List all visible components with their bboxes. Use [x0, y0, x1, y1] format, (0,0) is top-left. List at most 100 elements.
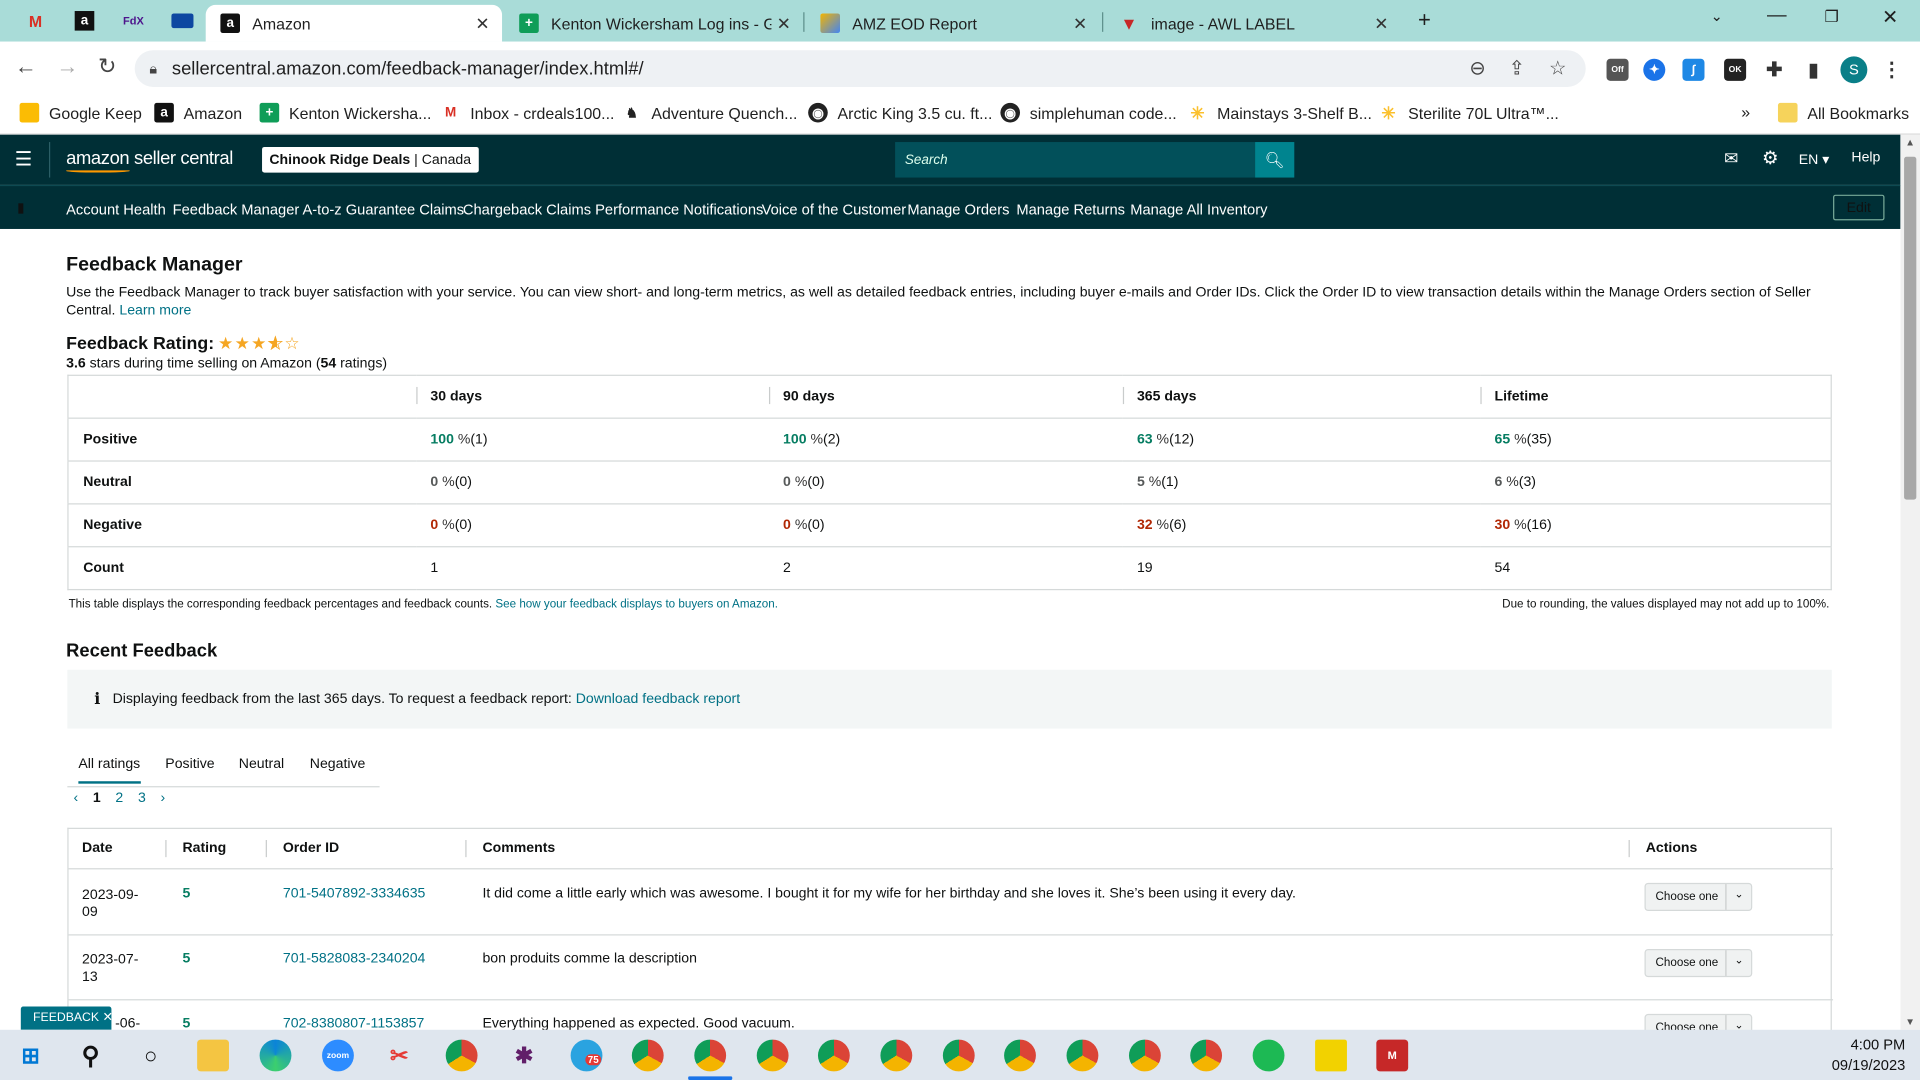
slack-icon[interactable]: ✱ [508, 1040, 540, 1072]
share-icon[interactable]: ⇪ [1509, 56, 1525, 80]
file-explorer-icon[interactable] [197, 1039, 229, 1072]
search-icon[interactable]: ⚲ [75, 1040, 107, 1072]
scroll-up-icon[interactable]: ▲ [1905, 137, 1915, 148]
browser-menu-icon[interactable]: ⋮ [1881, 59, 1903, 81]
nav-manage-all-inventory[interactable]: Manage All Inventory [1130, 201, 1267, 218]
ext-keepa-icon[interactable]: ✦ [1643, 58, 1666, 81]
nav-feedback-manager[interactable]: Feedback Manager [173, 201, 300, 218]
feedback-badge[interactable]: FEEDBACK ✕ [20, 1006, 113, 1030]
amazon-pinned-tab-icon[interactable]: a [66, 5, 103, 37]
page-1[interactable]: 1 [93, 791, 101, 806]
edge-icon[interactable] [259, 1039, 292, 1072]
chrome-icon[interactable] [942, 1039, 975, 1072]
search-input[interactable]: Search [895, 142, 1256, 178]
forward-icon[interactable]: → [56, 54, 78, 80]
bookmark-adventure[interactable]: ♞ Adventure Quench... [622, 103, 798, 123]
learn-more-link[interactable]: Learn more [119, 304, 191, 319]
more-bookmarks-chevron-icon[interactable]: » [1741, 103, 1750, 121]
mail-icon[interactable]: ✉ [1724, 148, 1738, 169]
chrome-icon[interactable] [817, 1039, 850, 1072]
tab-neutral[interactable]: Neutral [239, 757, 284, 772]
zoom-icon[interactable]: ⊖ [1469, 56, 1485, 80]
ext-blue-icon[interactable]: ∫ [1682, 58, 1705, 81]
hamburger-menu-icon[interactable]: ☰ [15, 147, 33, 171]
bookmark-star-icon[interactable]: ☆ [1549, 56, 1567, 80]
sticky-notes-icon[interactable] [1315, 1039, 1347, 1072]
close-tab-icon[interactable]: ✕ [777, 13, 791, 34]
tab-amz-eod-report[interactable]: AMZ EOD Report ✕ [806, 5, 1100, 42]
all-bookmarks-folder[interactable]: All Bookmarks [1777, 102, 1909, 123]
nav-voice-of-customer[interactable]: Voice of the Customer [762, 201, 907, 218]
bookmark-arctic-king[interactable]: ◉ Arctic King 3.5 cu. ft... [808, 102, 992, 123]
edit-nav-button[interactable]: Edit [1833, 194, 1885, 221]
language-selector[interactable]: EN ▾ [1799, 151, 1830, 168]
chrome-icon[interactable] [445, 1039, 478, 1072]
nav-chargeback-claims[interactable]: Chargeback Claims [463, 201, 591, 218]
mcafee-icon[interactable]: M [1376, 1039, 1409, 1072]
restore-icon[interactable]: ❐ [1824, 7, 1838, 27]
walmart-pinned-tab-icon[interactable] [164, 5, 201, 37]
bookmark-google-keep[interactable]: Google Keep [19, 102, 142, 123]
telegram-icon[interactable]: 75 [570, 1039, 603, 1072]
chrome-icon[interactable] [631, 1039, 664, 1072]
bookmark-amazon[interactable]: a Amazon [154, 102, 242, 123]
reload-icon[interactable]: ↻ [98, 54, 116, 80]
tab-amazon[interactable]: a Amazon ✕ [205, 4, 503, 42]
seller-central-logo[interactable]: amazon seller central [66, 148, 233, 169]
chrome-icon[interactable] [756, 1039, 789, 1072]
nav-manage-orders[interactable]: Manage Orders [907, 201, 1009, 218]
chrome-icon[interactable] [1128, 1039, 1161, 1072]
close-icon[interactable]: ✕ [102, 1011, 112, 1024]
nav-performance-notifications[interactable]: Performance Notifications [595, 201, 763, 218]
bookmark-inbox[interactable]: M Inbox - crdeals100... [441, 103, 614, 123]
order-id-link[interactable]: 701-5407892-3334635 [283, 887, 426, 902]
order-id-link[interactable]: 701-5828083-2340204 [283, 951, 426, 966]
snipping-tool-icon[interactable]: ✂ [383, 1040, 415, 1072]
ext-off-icon[interactable]: Off [1606, 58, 1629, 81]
tab-positive[interactable]: Positive [165, 757, 214, 772]
help-link[interactable]: Help [1851, 151, 1880, 166]
close-tab-icon[interactable]: ✕ [1073, 13, 1087, 34]
next-page-icon[interactable]: › [160, 791, 165, 806]
prev-page-icon[interactable]: ‹ [73, 791, 78, 806]
system-clock[interactable]: 4:00 PM 09/19/2023 [1832, 1035, 1906, 1077]
download-feedback-report-link[interactable]: Download feedback report [576, 692, 740, 707]
side-panel-icon[interactable]: ▮ [1802, 59, 1824, 81]
close-tab-icon[interactable]: ✕ [1374, 13, 1388, 34]
tab-image-awl-label[interactable]: ▼ image - AWL LABEL ✕ [1104, 5, 1400, 42]
chrome-icon[interactable] [694, 1039, 727, 1072]
ext-ok-icon[interactable]: OK [1724, 58, 1747, 81]
action-select[interactable]: Choose one ⌄ [1644, 882, 1753, 912]
task-view-icon[interactable]: ○ [135, 1040, 167, 1072]
store-switcher[interactable]: Chinook Ridge Deals | Canada [262, 146, 479, 173]
url-bar[interactable]: 🔒︎ sellercentral.amazon.com/feedback-man… [134, 50, 1586, 87]
bookmark-mainstays[interactable]: ✳ Mainstays 3-Shelf B... [1188, 102, 1372, 123]
search-button[interactable]: 🔍︎ [1255, 142, 1295, 178]
gmail-pinned-tab-icon[interactable]: M [17, 5, 54, 37]
nav-manage-returns[interactable]: Manage Returns [1016, 201, 1125, 218]
bookmark-kenton[interactable]: + Kenton Wickersha... [259, 102, 431, 123]
chrome-icon[interactable] [1190, 1039, 1223, 1072]
nav-account-health[interactable]: Account Health [66, 201, 166, 218]
page-3[interactable]: 3 [138, 791, 146, 806]
tab-kenton-wickersham[interactable]: + Kenton Wickersham Log ins - Go ✕ [504, 5, 803, 42]
spotify-icon[interactable] [1252, 1039, 1285, 1072]
bookmark-icon[interactable]: ▮ [17, 200, 24, 216]
chrome-icon[interactable] [1004, 1039, 1036, 1072]
feedback-display-link[interactable]: See how your feedback displays to buyers… [495, 598, 778, 611]
scroll-down-icon[interactable]: ▼ [1905, 1016, 1915, 1027]
bookmark-simplehuman[interactable]: ◉ simplehuman code... [1000, 102, 1177, 123]
tab-negative[interactable]: Negative [310, 757, 366, 772]
bookmark-sterilite[interactable]: ✳ Sterilite 70L Ultra™... [1379, 102, 1558, 123]
tab-search-chevron-icon[interactable]: ⌄ [1711, 7, 1723, 24]
extensions-puzzle-icon[interactable]: ✚ [1763, 59, 1785, 81]
page-2[interactable]: 2 [115, 791, 123, 806]
profile-avatar[interactable]: S [1840, 56, 1868, 84]
chrome-icon[interactable] [880, 1039, 913, 1072]
fedex-pinned-tab-icon[interactable]: FdX [115, 5, 152, 37]
back-icon[interactable]: ← [15, 54, 37, 80]
new-tab-icon[interactable]: + [1418, 7, 1431, 33]
gear-icon[interactable]: ⚙ [1762, 147, 1778, 169]
action-select[interactable]: Choose one ⌄ [1644, 948, 1753, 978]
tab-all-ratings[interactable]: All ratings [78, 757, 141, 784]
